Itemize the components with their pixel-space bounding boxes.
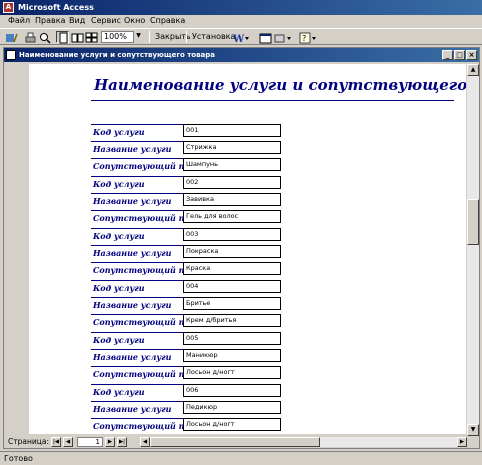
- field-label-product: Сопутствующий то: [93, 265, 193, 275]
- previous-page-icon[interactable]: ◀: [63, 437, 73, 447]
- help-icon[interactable]: ?: [298, 31, 316, 44]
- field-label-code: Код услуги: [93, 387, 145, 397]
- menu-help[interactable]: Справка: [150, 16, 185, 25]
- field-label-name: Название услуги: [93, 352, 172, 362]
- page-navigation-bar: Страница: |◀ ◀ 1 ▶ ▶| ◀ ▶: [4, 436, 479, 448]
- field-value-product: Крем д/бритья: [183, 314, 281, 327]
- menu-file[interactable]: Файл: [8, 16, 30, 25]
- field-value-product: Гель для волос: [183, 210, 281, 223]
- field-value-name: Маникюр: [183, 349, 281, 362]
- field-value-code: 004: [183, 280, 281, 293]
- menu-bar: Файл Правка Вид Сервис Окно Справка: [0, 15, 482, 29]
- page-label: Страница:: [8, 437, 49, 446]
- maximize-button[interactable]: □: [454, 50, 465, 60]
- last-page-icon[interactable]: ▶|: [117, 437, 127, 447]
- field-value-name: Покраска: [183, 245, 281, 258]
- svg-text:W: W: [232, 34, 245, 44]
- title-underline: [91, 100, 454, 101]
- menu-tools[interactable]: Сервис: [91, 16, 121, 25]
- page-setup-button[interactable]: Установка: [192, 31, 235, 43]
- field-label-name: Название услуги: [93, 248, 172, 258]
- field-value-product: Лосьон д/ногт: [183, 418, 281, 431]
- field-label-product: Сопутствующий то: [93, 213, 193, 223]
- field-value-code: 002: [183, 176, 281, 189]
- report-window-title: Наименование услуги и сопутствующего тов…: [19, 51, 215, 59]
- horizontal-scrollbar[interactable]: ◀ ▶: [140, 437, 467, 447]
- two-pages-icon[interactable]: [70, 31, 84, 43]
- field-label-code: Код услуги: [93, 127, 145, 137]
- field-label-name: Название услуги: [93, 300, 172, 310]
- field-label-name: Название услуги: [93, 196, 172, 206]
- field-value-product: Лосьон д/ногт: [183, 366, 281, 379]
- svg-text:?: ?: [302, 34, 306, 43]
- menu-edit[interactable]: Правка: [35, 16, 65, 25]
- chevron-down-icon[interactable]: ▼: [133, 31, 143, 43]
- field-value-name: Стрижка: [183, 141, 281, 154]
- status-bar: Готово: [0, 451, 482, 465]
- field-label-code: Код услуги: [93, 231, 145, 241]
- print-preview-toolbar: 100% ▼ Закрыть Установка W ?: [0, 29, 482, 45]
- new-object-icon[interactable]: [273, 31, 291, 43]
- menu-window[interactable]: Окно: [124, 16, 145, 25]
- field-label-product: Сопутствующий то: [93, 421, 193, 431]
- report-preview-window: Наименование услуги и сопутствующего тов…: [3, 47, 480, 449]
- field-value-code: 005: [183, 332, 281, 345]
- field-label-product: Сопутствующий то: [93, 369, 193, 379]
- scroll-left-icon[interactable]: ◀: [140, 437, 150, 447]
- report-page: Наименование услуги и сопутствующего тов…: [29, 64, 466, 434]
- field-label-code: Код услуги: [93, 335, 145, 345]
- one-page-icon[interactable]: [56, 31, 69, 44]
- menu-view[interactable]: Вид: [69, 16, 85, 25]
- vertical-scroll-thumb[interactable]: [467, 199, 479, 245]
- field-value-product: Краска: [183, 262, 281, 275]
- zoom-icon[interactable]: [38, 31, 51, 44]
- field-value-name: Завивка: [183, 193, 281, 206]
- toolbar-separator: [149, 31, 150, 43]
- multiple-pages-icon[interactable]: [84, 31, 98, 43]
- field-value-code: 006: [183, 384, 281, 397]
- app-title: Microsoft Access: [18, 3, 94, 12]
- field-label-code: Код услуги: [93, 283, 145, 293]
- first-page-icon[interactable]: |◀: [51, 437, 61, 447]
- field-label-product: Сопутствующий то: [93, 161, 193, 171]
- field-value-name: Педикюр: [183, 401, 281, 414]
- field-label-code: Код услуги: [93, 179, 145, 189]
- app-titlebar: A Microsoft Access: [0, 0, 482, 15]
- office-links-icon[interactable]: W: [231, 31, 249, 45]
- vertical-scrollbar[interactable]: ▲ ▼: [467, 64, 479, 436]
- field-value-product: Шампунь: [183, 158, 281, 171]
- status-text: Готово: [4, 454, 33, 463]
- field-value-code: 001: [183, 124, 281, 137]
- horizontal-scroll-thumb[interactable]: [150, 437, 320, 447]
- report-window-titlebar: Наименование услуги и сопутствующего тов…: [4, 48, 479, 62]
- design-view-icon[interactable]: [4, 31, 18, 43]
- next-page-icon[interactable]: ▶: [105, 437, 115, 447]
- field-value-name: Бритье: [183, 297, 281, 310]
- field-label-product: Сопутствующий то: [93, 317, 193, 327]
- report-title: Наименование услуги и сопутствующего тов…: [94, 76, 466, 94]
- scroll-right-icon[interactable]: ▶: [457, 437, 467, 447]
- page-number-input[interactable]: 1: [77, 437, 103, 447]
- field-label-name: Название услуги: [93, 404, 172, 414]
- access-key-icon: A: [3, 2, 14, 13]
- toolbar-separator: [186, 31, 187, 43]
- field-label-name: Название услуги: [93, 144, 172, 154]
- database-window-icon[interactable]: [258, 31, 272, 44]
- minimize-button[interactable]: _: [442, 50, 453, 60]
- scroll-down-icon[interactable]: ▼: [467, 424, 479, 436]
- print-icon[interactable]: [23, 31, 36, 43]
- field-value-code: 003: [183, 228, 281, 241]
- close-button[interactable]: ×: [466, 50, 477, 60]
- scroll-up-icon[interactable]: ▲: [467, 64, 479, 76]
- report-icon: [6, 50, 16, 60]
